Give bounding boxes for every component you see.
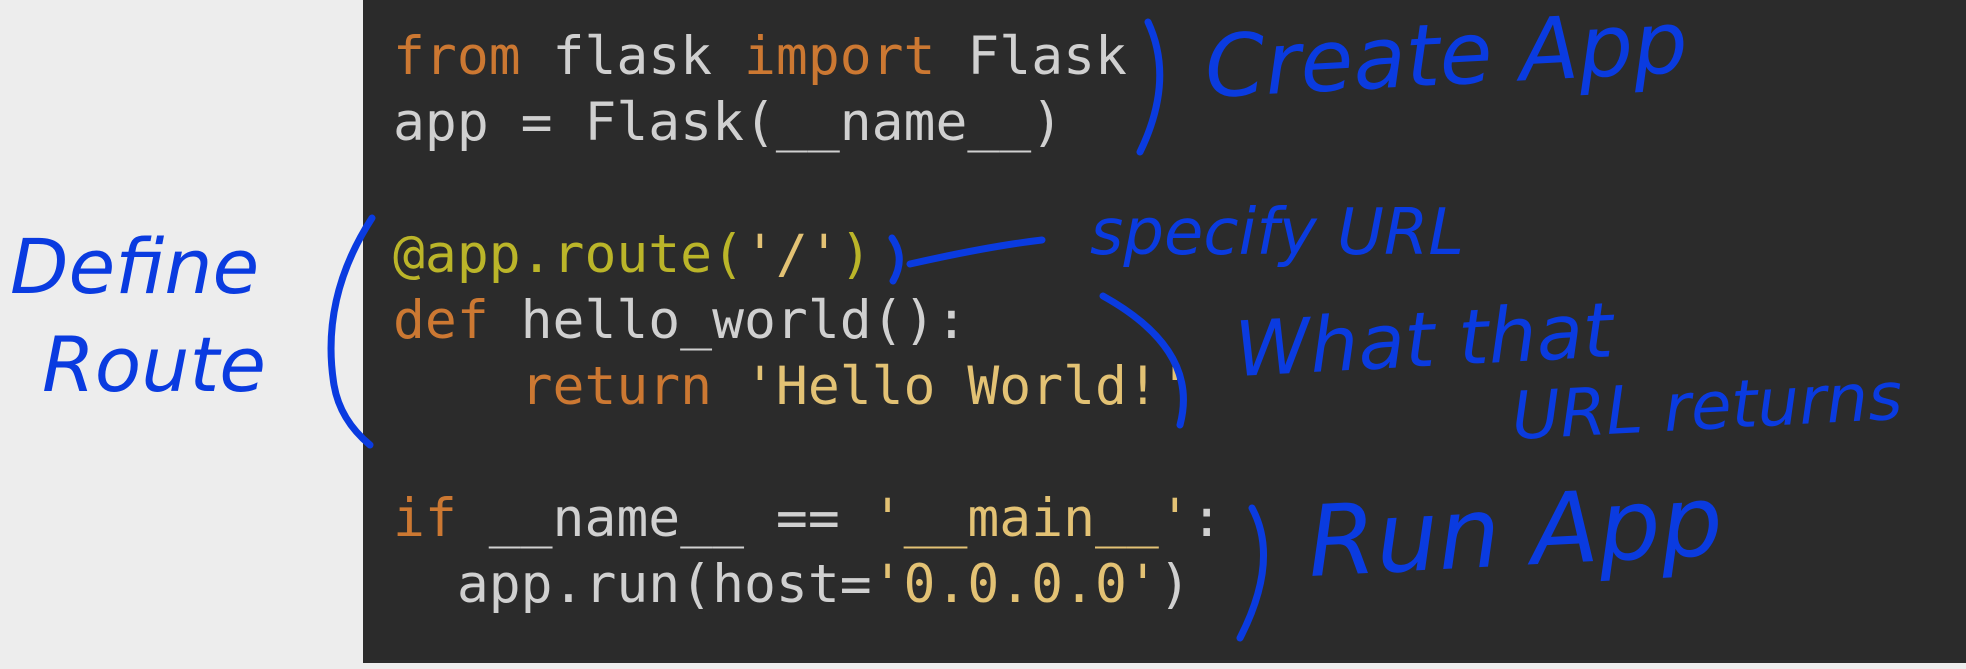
code-token: flask (520, 26, 745, 87)
code-token: from (393, 26, 521, 87)
code-line: return 'Hello World!' (393, 354, 1223, 420)
code-token: ) (839, 224, 872, 285)
code-token: hello_world(): (488, 290, 968, 351)
code-line: def hello_world(): (393, 288, 1223, 354)
code-token: '__main__' (871, 488, 1191, 549)
annotation-specify-url: specify URL (1090, 196, 1465, 270)
code-line: app = Flask(__name__) (393, 90, 1223, 156)
code-token: : (1190, 488, 1223, 549)
code-token: Flask (935, 26, 1127, 87)
code-token: app = Flask(__name__) (393, 92, 1064, 153)
annotation-define: Define (10, 222, 260, 311)
code-token: if (393, 488, 457, 549)
annotation-run-app: Run App (1305, 464, 1726, 600)
code-token: '/' (744, 224, 840, 285)
code-token: 'Hello World!' (744, 356, 1191, 417)
code-token: @app.route( (393, 224, 744, 285)
code-token: app.run(host= (393, 554, 872, 615)
code-line: app.run(host='0.0.0.0') (393, 552, 1223, 618)
code-token: import (744, 26, 936, 87)
code-block: from flask import Flask app = Flask(__nam… (393, 24, 1223, 618)
annotation-route: Route (42, 320, 267, 409)
code-token: '0.0.0.0' (871, 554, 1159, 615)
code-token: __name__ == (456, 488, 872, 549)
code-token: return (520, 356, 713, 417)
code-line: from flask import Flask (393, 24, 1223, 90)
code-token: ) (1158, 554, 1191, 615)
code-token: def (393, 290, 489, 351)
code-line: if __name__ == '__main__': (393, 486, 1223, 552)
